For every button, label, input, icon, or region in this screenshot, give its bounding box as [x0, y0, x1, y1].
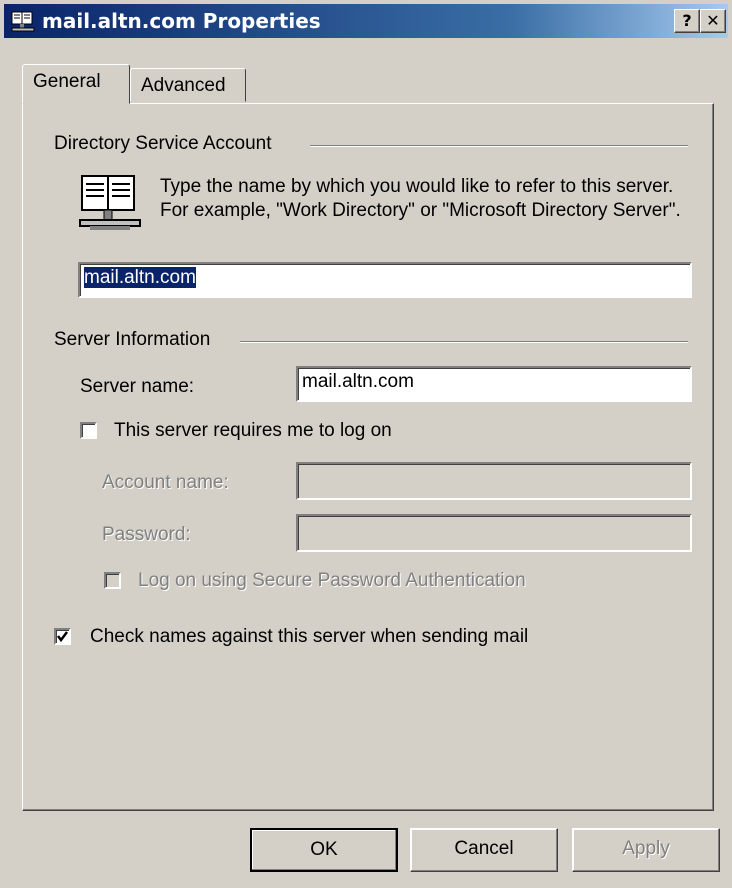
- title-bar[interactable]: mail.altn.com Properties ? ✕: [4, 4, 728, 38]
- check-names-checkbox[interactable]: [54, 628, 71, 645]
- requires-logon-checkbox[interactable]: [80, 422, 97, 439]
- password-label: Password:: [102, 524, 191, 545]
- selected-name-text: mail.altn.com: [84, 267, 196, 288]
- password-input[interactable]: [296, 514, 692, 552]
- server-name-input[interactable]: mail.altn.com: [296, 366, 692, 402]
- properties-dialog: mail.altn.com Properties ? ✕ General Adv…: [0, 0, 732, 888]
- help-button[interactable]: ?: [674, 9, 700, 33]
- check-names-label[interactable]: Check names against this server when sen…: [90, 626, 528, 648]
- requires-logon-label[interactable]: This server requires me to log on: [114, 420, 392, 442]
- apply-button[interactable]: Apply: [572, 828, 720, 872]
- ok-button[interactable]: OK: [250, 828, 398, 872]
- account-name-input[interactable]: [296, 462, 692, 500]
- group-divider: [310, 145, 688, 147]
- tab-general[interactable]: General: [22, 64, 130, 104]
- account-name-label: Account name:: [102, 472, 229, 493]
- server-name-label: Server name:: [80, 376, 195, 397]
- directory-description: Type the name by which you would like to…: [160, 176, 681, 221]
- server-info-group-label: Server Information: [54, 329, 219, 351]
- directory-book-icon: [79, 175, 141, 230]
- directory-name-input[interactable]: mail.altn.com: [78, 262, 692, 298]
- window-title: mail.altn.com Properties: [42, 9, 321, 33]
- directory-account-group-label: Directory Service Account: [54, 133, 280, 155]
- spa-checkbox[interactable]: [104, 572, 121, 589]
- close-button[interactable]: ✕: [700, 9, 726, 33]
- cancel-button[interactable]: Cancel: [410, 828, 558, 872]
- tab-advanced[interactable]: Advanced: [130, 68, 246, 102]
- group-divider: [240, 341, 688, 343]
- address-book-icon: [11, 11, 35, 32]
- checkmark-icon: [57, 631, 68, 643]
- spa-label[interactable]: Log on using Secure Password Authenticat…: [138, 570, 526, 592]
